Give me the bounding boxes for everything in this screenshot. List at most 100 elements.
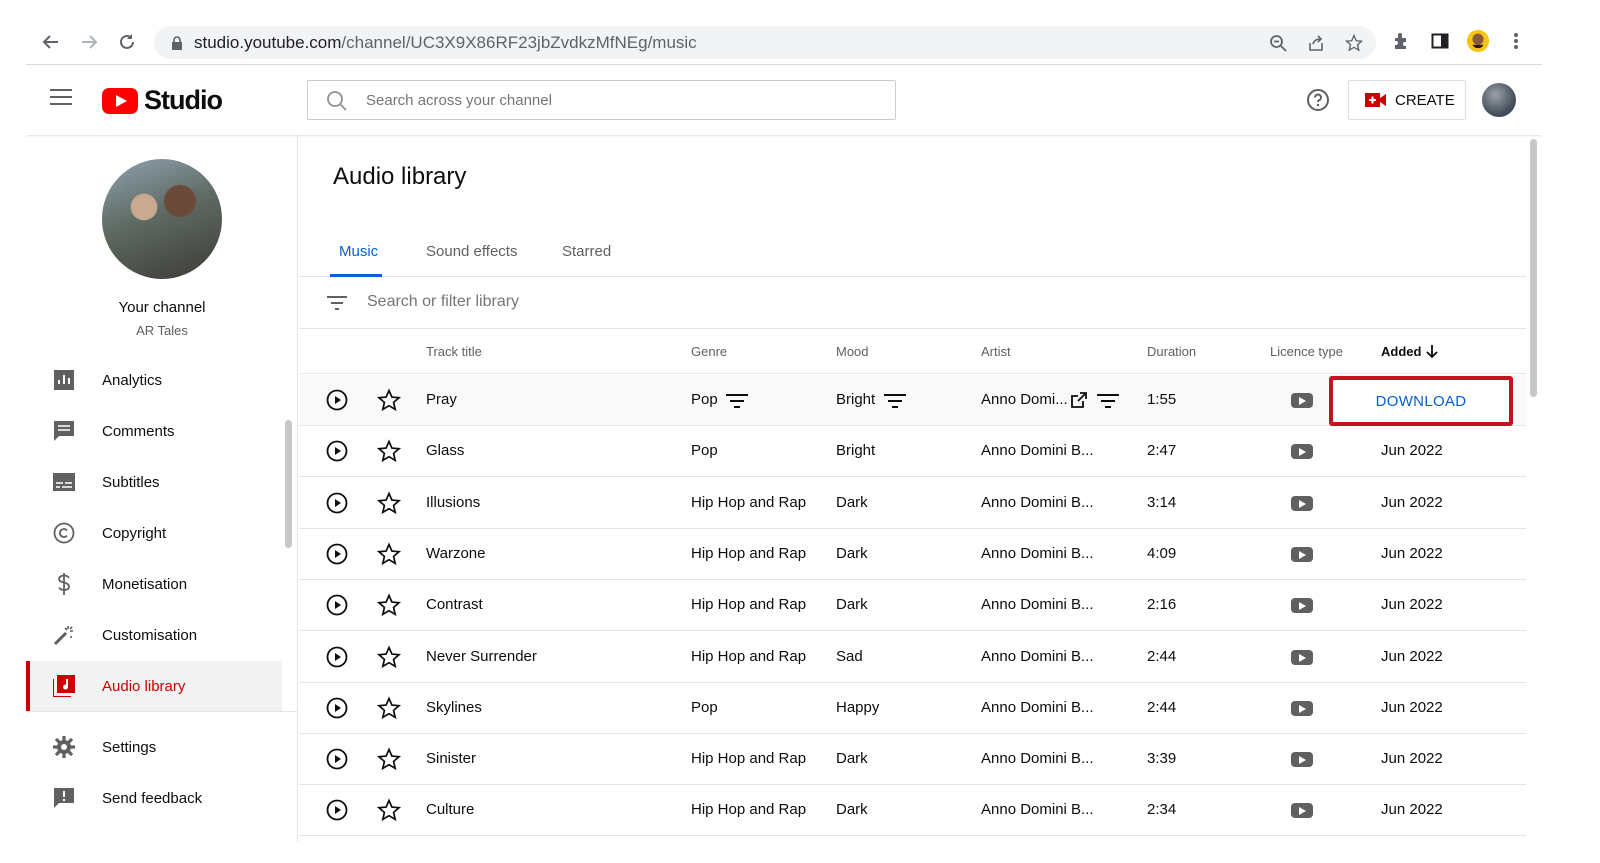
table-row[interactable]: Sinister Hip Hop and Rap Dark Anno Domini B… — [299, 734, 1526, 786]
col-track-title[interactable]: Track title — [426, 344, 482, 359]
play-icon[interactable] — [326, 646, 348, 668]
main-scrollbar[interactable] — [1530, 139, 1537, 397]
artist-filter-icon[interactable] — [1097, 393, 1119, 413]
comments-icon — [52, 419, 76, 443]
tab-bar: Music Sound effects Starred — [299, 227, 1526, 277]
reload-icon[interactable] — [114, 29, 140, 55]
col-licence-type[interactable]: Licence type — [1270, 344, 1343, 359]
profile-avatar-icon[interactable] — [1466, 29, 1490, 53]
star-icon[interactable] — [376, 542, 402, 566]
track-mood: Bright — [836, 442, 876, 460]
sidebar-item-audio-library[interactable]: Audio library — [26, 661, 282, 711]
track-mood: Dark — [836, 801, 868, 819]
account-avatar[interactable] — [1482, 83, 1516, 117]
table-row[interactable]: Contrast Hip Hop and Rap Dark Anno Domini B… — [299, 580, 1526, 632]
studio-logo[interactable]: Studio — [102, 85, 223, 116]
sidebar-item-send-feedback[interactable]: Send feedback — [26, 773, 282, 823]
tab-starred[interactable]: Starred — [562, 243, 611, 260]
play-icon[interactable] — [326, 543, 348, 565]
play-icon[interactable] — [326, 440, 348, 462]
table-row[interactable]: Culture Hip Hop and Rap Dark Anno Domini B.… — [299, 785, 1526, 837]
sidebar-item-label: Copyright — [102, 524, 167, 542]
sidebar-item-label: Subtitles — [102, 473, 160, 491]
sidebar-item-subtitles[interactable]: Subtitles — [26, 457, 282, 507]
forward-arrow-icon[interactable] — [76, 29, 102, 55]
search-input[interactable] — [366, 89, 866, 111]
track-mood: Bright — [836, 391, 876, 408]
track-artist: Anno Domini B... — [981, 442, 1094, 460]
star-icon[interactable] — [376, 747, 402, 771]
search-icon[interactable] — [326, 90, 348, 112]
play-icon[interactable] — [326, 748, 348, 770]
download-button[interactable]: DOWNLOAD — [1329, 376, 1513, 426]
sidebar-item-copyright[interactable]: Copyright — [26, 508, 282, 558]
track-mood: Dark — [836, 544, 868, 562]
sidebar-item-comments[interactable]: Comments — [26, 406, 282, 456]
side-panel-icon[interactable] — [1428, 29, 1452, 53]
play-icon[interactable] — [326, 389, 348, 411]
table-row[interactable]: Warzone Hip Hop and Rap Dark Anno Domini B.… — [299, 529, 1526, 580]
table-row[interactable]: Glass Pop Bright Anno Domini B... 2:47 Jun 20… — [299, 426, 1526, 478]
table-row[interactable]: Pray Pop Bright Anno Domi... 1:55 DOWNLOAD — [299, 375, 1526, 426]
star-icon[interactable] — [376, 644, 402, 669]
col-artist[interactable]: Artist — [981, 344, 1011, 359]
genre-filter-icon[interactable] — [726, 393, 748, 413]
table-row[interactable]: Illusions Hip Hop and Rap Dark Anno Domini … — [299, 478, 1526, 529]
play-icon[interactable] — [326, 492, 348, 514]
channel-search[interactable] — [307, 80, 896, 120]
create-button[interactable]: CREATE — [1348, 80, 1466, 120]
table-row[interactable]: Never Surrender Hip Hop and Rap Sad Anno Do… — [299, 632, 1526, 683]
browser-menu-icon[interactable] — [1504, 29, 1528, 53]
table-row[interactable]: Skylines Pop Happy Anno Domini B... 2:44 Jun … — [299, 683, 1526, 734]
track-genre: Pop — [691, 391, 718, 408]
sidebar-item-customisation[interactable]: Customisation — [26, 610, 282, 660]
col-added[interactable]: Added — [1381, 344, 1421, 359]
lock-icon[interactable] — [166, 32, 188, 54]
tab-music[interactable]: Music — [339, 243, 378, 260]
extensions-icon[interactable] — [1390, 29, 1414, 53]
url-text[interactable]: studio.youtube.com/channel/UC3X9X86RF23j… — [194, 33, 697, 53]
channel-avatar[interactable] — [102, 159, 222, 279]
zoom-icon[interactable] — [1267, 32, 1289, 54]
track-added: Jun 2022 — [1381, 801, 1443, 819]
sidebar-scrollbar[interactable] — [285, 420, 292, 548]
filter-icon[interactable] — [327, 295, 347, 311]
mood-filter-icon[interactable] — [884, 393, 906, 413]
sidebar-item-analytics[interactable]: Analytics — [26, 355, 282, 405]
share-icon[interactable] — [1305, 32, 1327, 54]
sidebar-item-label: Settings — [102, 738, 157, 756]
play-icon[interactable] — [326, 594, 348, 616]
star-icon[interactable] — [376, 593, 402, 617]
col-genre[interactable]: Genre — [691, 344, 727, 359]
track-genre: Hip Hop and Rap — [691, 750, 807, 768]
play-icon[interactable] — [326, 697, 348, 719]
sidebar-item-monetisation[interactable]: Monetisation — [26, 559, 282, 609]
subtitles-icon — [52, 470, 76, 494]
address-bar[interactable]: studio.youtube.com/channel/UC3X9X86RF23j… — [154, 26, 1376, 59]
play-icon[interactable] — [326, 799, 348, 821]
youtube-licence-icon — [1291, 803, 1313, 819]
bookmark-star-icon[interactable] — [1343, 32, 1365, 54]
external-link-icon[interactable] — [1071, 392, 1087, 412]
star-icon[interactable] — [376, 439, 402, 463]
tab-sound-effects[interactable]: Sound effects — [426, 243, 517, 260]
track-genre: Hip Hop and Rap — [691, 493, 807, 511]
back-arrow-icon[interactable] — [38, 29, 64, 55]
col-mood[interactable]: Mood — [836, 344, 869, 359]
star-icon[interactable] — [376, 490, 402, 515]
star-icon[interactable] — [376, 798, 402, 822]
sort-down-arrow-icon[interactable] — [1426, 345, 1438, 359]
col-duration[interactable]: Duration — [1147, 344, 1196, 359]
menu-icon[interactable] — [50, 89, 76, 111]
track-mood: Dark — [836, 493, 868, 511]
star-icon[interactable] — [376, 696, 402, 720]
help-icon[interactable] — [1306, 88, 1330, 112]
track-title: Never Surrender — [426, 647, 537, 665]
table-header: Track title Genre Mood Artist Duration L… — [299, 329, 1526, 374]
sidebar-item-settings[interactable]: Settings — [26, 722, 282, 772]
magic-wand-icon — [52, 623, 76, 647]
star-icon[interactable] — [376, 388, 402, 412]
sidebar-item-label: Comments — [102, 422, 175, 440]
audio-library-icon — [52, 674, 76, 698]
filter-input[interactable] — [367, 293, 967, 311]
